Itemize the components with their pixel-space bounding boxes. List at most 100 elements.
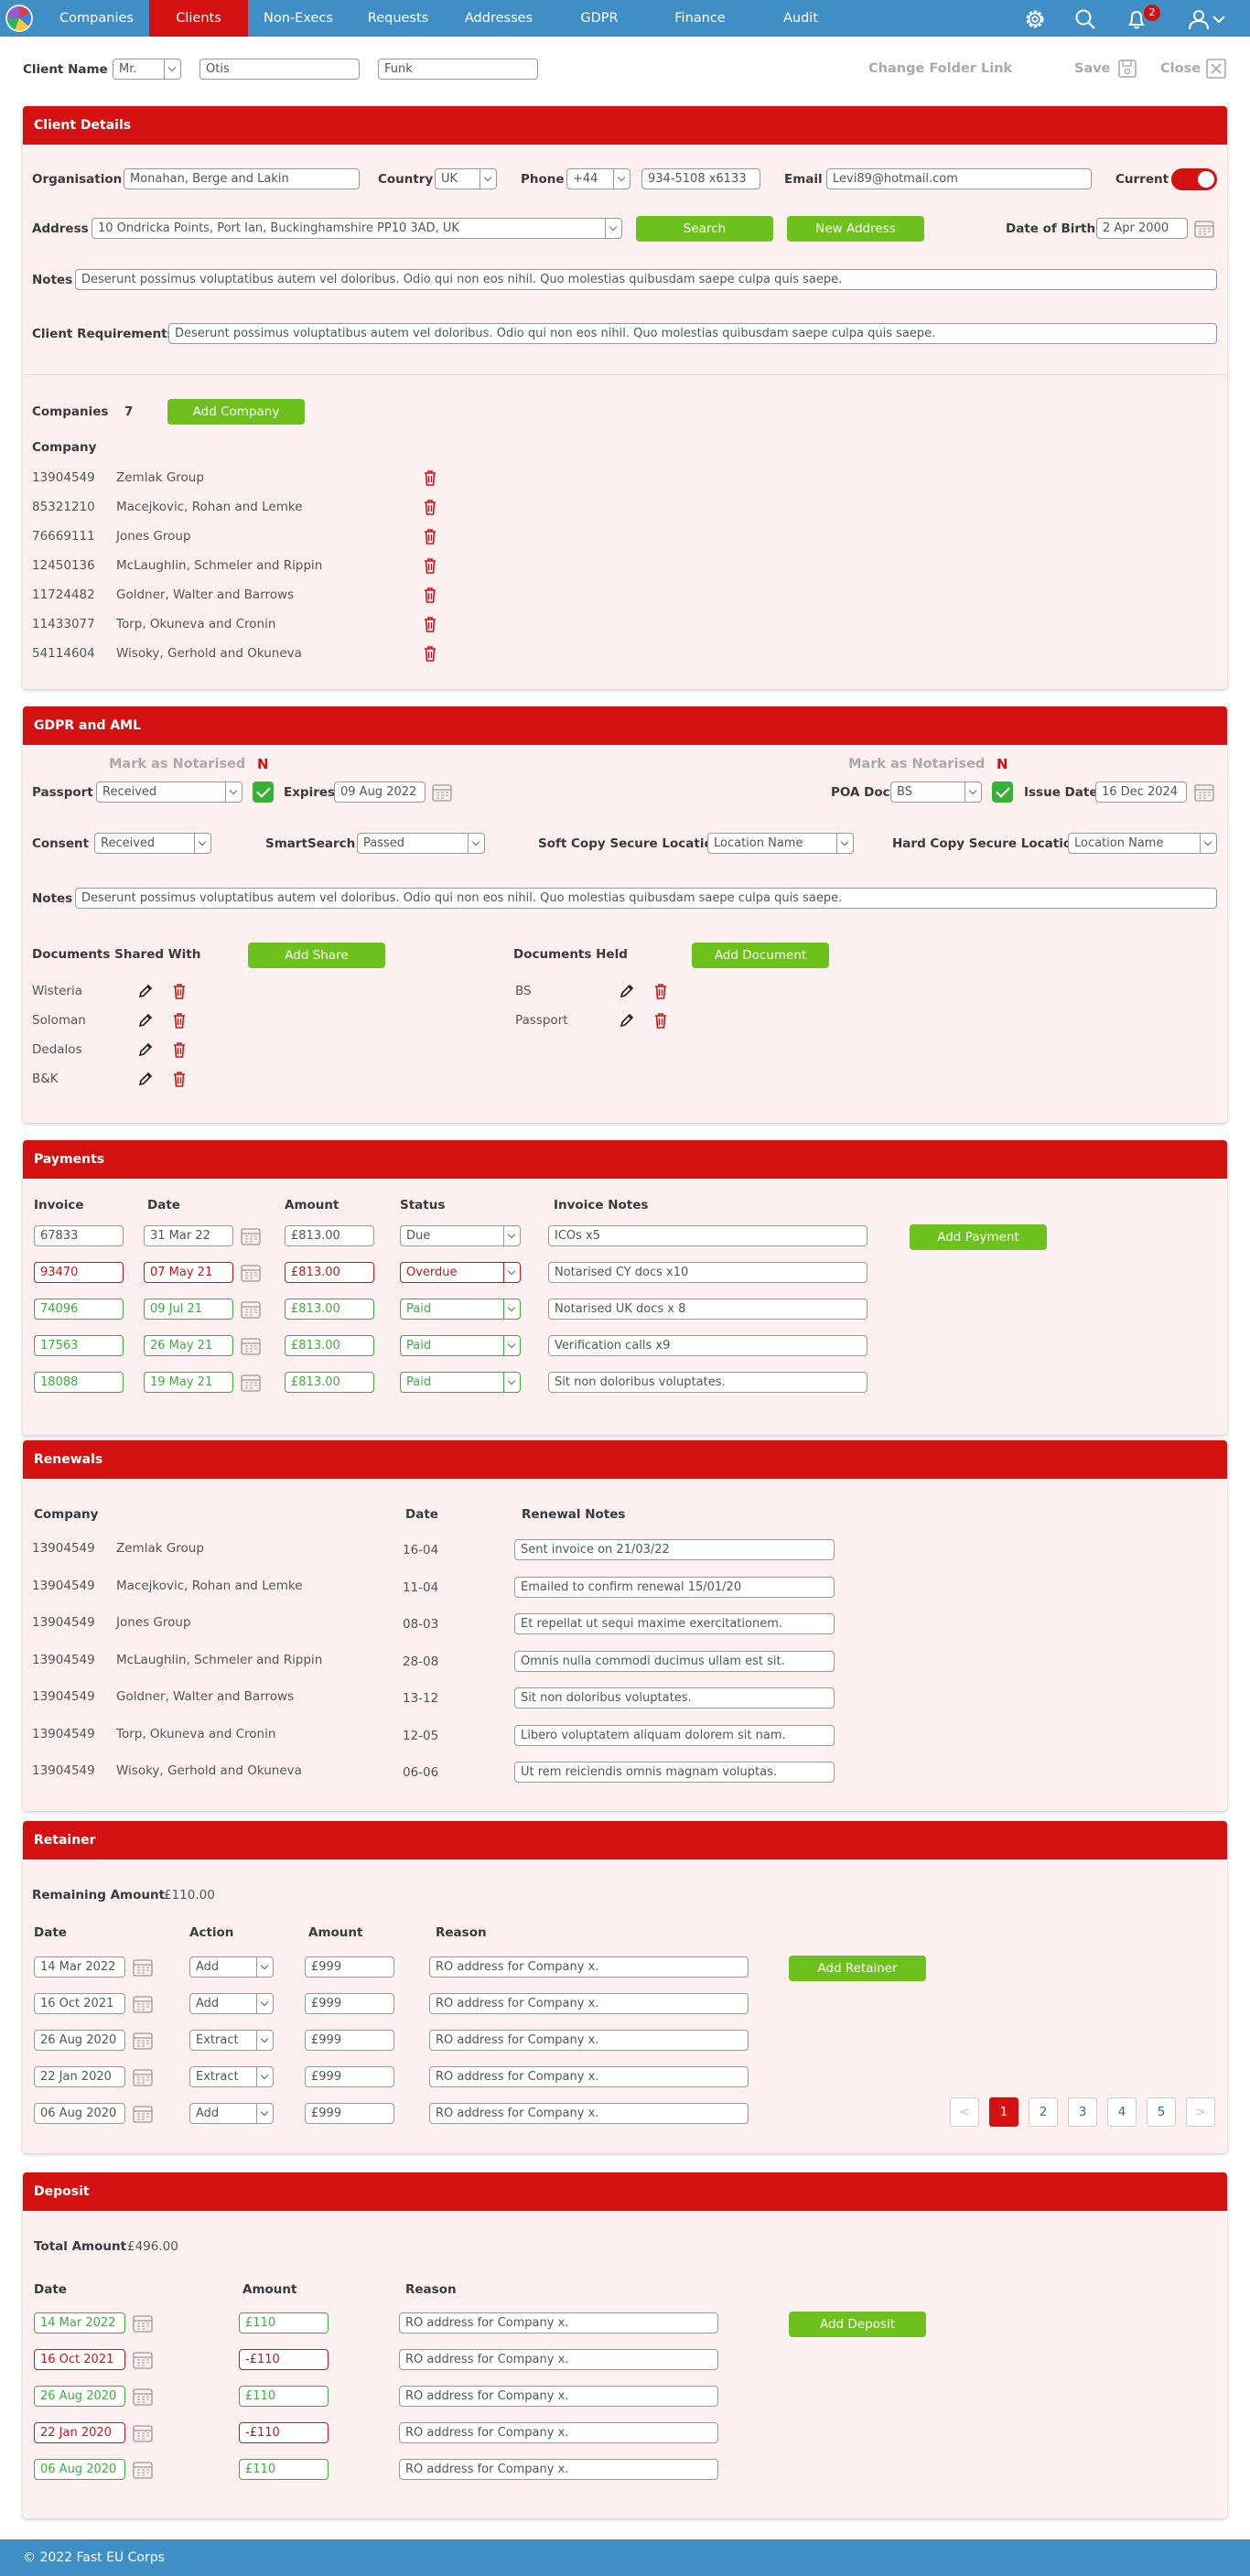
calendar-icon[interactable] [133,2350,153,2369]
pagination-prev[interactable]: < [950,2097,979,2127]
chevron-down-icon[interactable] [1212,12,1226,27]
add-payment-button[interactable]: Add Payment [910,1224,1047,1250]
retainer-reason-input[interactable]: RO address for Company x. [429,1956,749,1978]
search-address-button[interactable]: Search [636,216,773,242]
retainer-amount-input[interactable]: £999 [305,2066,394,2087]
payment-status-select[interactable]: Due [400,1225,521,1246]
payment-date-input[interactable]: 19 May 21 [144,1372,233,1393]
deposit-date-input[interactable]: 26 Aug 2020 [34,2386,125,2407]
deposit-date-input[interactable]: 06 Aug 2020 [34,2459,125,2480]
retainer-reason-input[interactable]: RO address for Company x. [429,2103,749,2124]
nav-finance[interactable]: Finance [649,0,751,37]
payment-amount-input[interactable]: £813.00 [285,1299,374,1320]
payment-date-input[interactable]: 26 May 21 [144,1335,233,1356]
deposit-reason-input[interactable]: RO address for Company x. [399,2422,718,2443]
company-name[interactable]: Goldner, Walter and Barrows [116,587,294,602]
invoice-input[interactable]: 74096 [34,1299,124,1320]
company-name[interactable]: Macejkovic, Rohan and Lemke [116,500,303,514]
new-address-button[interactable]: New Address [787,216,924,242]
retainer-action-select[interactable]: Extract [189,2066,274,2087]
payment-status-select[interactable]: Paid [400,1299,521,1320]
trash-icon[interactable] [423,469,437,486]
pagination-page-4[interactable]: 4 [1107,2097,1137,2127]
nav-non-execs[interactable]: Non-Execs [248,0,349,37]
pagination-page-2[interactable]: 2 [1029,2097,1058,2127]
deposit-amount-input[interactable]: -£110 [239,2349,329,2370]
invoice-notes-input[interactable]: Sit non doloribus voluptates. [548,1372,867,1393]
phone-input[interactable]: 934-5108 x6133 [641,168,760,189]
calendar-icon[interactable] [241,1263,261,1282]
dropdown-arrow-icon[interactable] [503,1263,520,1282]
payment-status-select[interactable]: Overdue [400,1262,521,1283]
consent-select[interactable]: Received [94,833,211,854]
invoice-input[interactable]: 18088 [34,1372,124,1393]
app-logo[interactable] [5,5,33,32]
dropdown-arrow-icon[interactable] [503,1336,520,1355]
invoice-input[interactable]: 17563 [34,1335,124,1356]
dropdown-arrow-icon[interactable] [256,1957,273,1977]
calendar-icon[interactable] [241,1336,261,1355]
payment-status-select[interactable]: Paid [400,1372,521,1393]
payment-amount-input[interactable]: £813.00 [285,1335,374,1356]
dropdown-arrow-icon[interactable] [503,1226,520,1245]
add-retainer-button[interactable]: Add Retainer [789,1956,926,1981]
calendar-icon[interactable] [241,1373,261,1392]
calendar-icon[interactable] [133,1994,153,2013]
renewal-notes-input[interactable]: Ut rem reiciendis omnis magnam voluptas. [514,1762,835,1783]
smartsearch-select[interactable]: Passed [357,833,485,854]
trash-icon[interactable] [423,499,437,515]
renewal-notes-input[interactable]: Emailed to confirm renewal 15/01/20 [514,1576,835,1598]
user-icon[interactable] [1187,7,1211,31]
company-name[interactable]: McLaughlin, Schmeler and Rippin [116,558,322,573]
email-input[interactable]: Levi89@hotmail.com [826,168,1092,189]
trash-icon[interactable] [423,557,437,574]
close-icon[interactable] [1206,59,1226,79]
save-icon[interactable] [1117,59,1137,79]
dropdown-arrow-icon[interactable] [256,2067,273,2086]
trash-icon[interactable] [172,1012,187,1029]
trash-icon[interactable] [423,645,437,662]
renewal-notes-input[interactable]: Et repellat ut sequi maxime exercitation… [514,1613,835,1634]
company-name[interactable]: Torp, Okuneva and Cronin [116,617,275,631]
dropdown-arrow-icon[interactable] [256,2104,273,2123]
save-button[interactable]: Save [1074,61,1111,76]
add-document-button[interactable]: Add Document [692,943,829,968]
hard-copy-select[interactable]: Location Name [1068,833,1217,854]
payment-date-input[interactable]: 31 Mar 22 [144,1225,233,1246]
company-name[interactable]: Zemlak Group [116,470,204,485]
expires-input[interactable]: 09 Aug 2022 [334,781,426,803]
renewal-notes-input[interactable]: Sit non doloribus voluptates. [514,1687,835,1708]
retainer-date-input[interactable]: 14 Mar 2022 [34,1956,125,1978]
pagination-page-1[interactable]: 1 [989,2097,1018,2127]
trash-icon[interactable] [423,587,437,603]
renewal-notes-input[interactable]: Sent invoice on 21/03/22 [514,1539,835,1560]
pencil-icon[interactable] [620,984,634,998]
company-name[interactable]: Wisoky, Gerhold and Okuneva [116,646,302,661]
invoice-input[interactable]: 93470 [34,1262,124,1283]
payment-date-input[interactable]: 07 May 21 [144,1262,233,1283]
deposit-date-input[interactable]: 14 Mar 2022 [34,2312,125,2333]
change-folder-link[interactable]: Change Folder Link [868,61,1012,76]
payment-date-input[interactable]: 09 Jul 21 [144,1299,233,1320]
deposit-amount-input[interactable]: £110 [239,2386,329,2407]
pencil-icon[interactable] [138,1042,153,1057]
retainer-amount-input[interactable]: £999 [305,2030,394,2051]
trash-icon[interactable] [653,1012,668,1029]
retainer-action-select[interactable]: Add [189,2103,274,2124]
pencil-icon[interactable] [138,1013,153,1028]
add-company-button[interactable]: Add Company [167,399,305,425]
calendar-icon[interactable] [133,2387,153,2406]
retainer-reason-input[interactable]: RO address for Company x. [429,1993,749,2014]
calendar-icon[interactable] [241,1299,261,1319]
address-select[interactable]: 10 Ondricka Points, Port Ian, Buckingham… [92,218,622,239]
first-name-input[interactable]: Otis [199,59,360,80]
calendar-icon[interactable] [432,782,452,802]
deposit-reason-input[interactable]: RO address for Company x. [399,2312,718,2333]
deposit-reason-input[interactable]: RO address for Company x. [399,2349,718,2370]
calendar-icon[interactable] [133,2104,153,2123]
mark-notarised-poa[interactable]: Mark as Notarised [848,757,985,771]
gear-icon[interactable] [1023,7,1047,31]
calendar-icon[interactable] [133,2031,153,2050]
trash-icon[interactable] [653,983,668,999]
gdpr-notes-input[interactable]: Deserunt possimus voluptatibus autem vel… [75,888,1217,909]
